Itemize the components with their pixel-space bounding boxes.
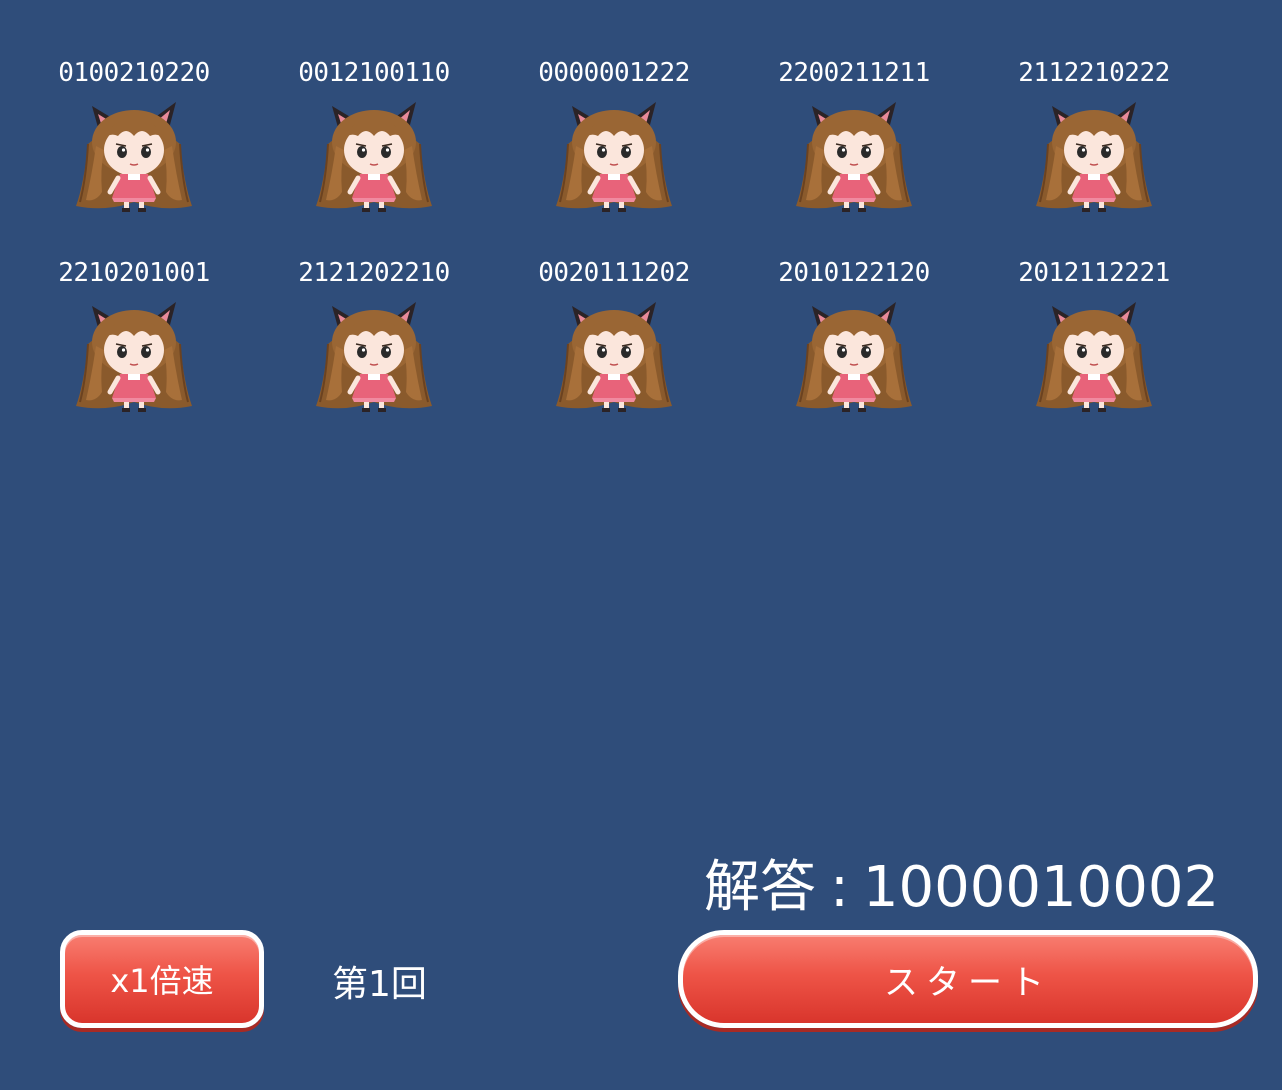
character-cell: 2121202210 xyxy=(294,258,534,458)
cat-eared-girl-icon xyxy=(1036,302,1152,412)
character-cell: 0020111202 xyxy=(534,258,774,458)
cat-eared-girl-icon xyxy=(796,102,912,212)
answer-label: 解答 xyxy=(704,855,816,920)
character-cell: 2012112221 xyxy=(1014,258,1254,458)
character-cell: 2200211211 xyxy=(774,58,1014,258)
cat-eared-girl-icon xyxy=(76,102,192,212)
character-cell: 0000001222 xyxy=(534,58,774,258)
character-cell: 0100210220 xyxy=(54,58,294,258)
character-cell: 2210201001 xyxy=(54,258,294,458)
character-cell: 0012100110 xyxy=(294,58,534,258)
cat-eared-girl-icon xyxy=(796,302,912,412)
character-cell: 2010122120 xyxy=(774,258,1014,458)
answer-display: 解答:1000010002 xyxy=(704,842,1219,923)
cat-eared-girl-icon xyxy=(316,302,432,412)
character-cell: 2112210222 xyxy=(1014,58,1254,258)
answer-value: 1000010002 xyxy=(862,855,1220,920)
cat-eared-girl-icon xyxy=(76,302,192,412)
cat-eared-girl-icon xyxy=(556,302,672,412)
cat-eared-girl-icon xyxy=(316,102,432,212)
cat-eared-girl-icon xyxy=(556,102,672,212)
answer-separator: : xyxy=(830,855,849,920)
speed-button[interactable]: x1倍速 xyxy=(60,930,264,1028)
round-counter: 第1回 xyxy=(332,964,427,1005)
cat-eared-girl-icon xyxy=(1036,102,1152,212)
start-button[interactable]: スタート xyxy=(678,930,1258,1028)
